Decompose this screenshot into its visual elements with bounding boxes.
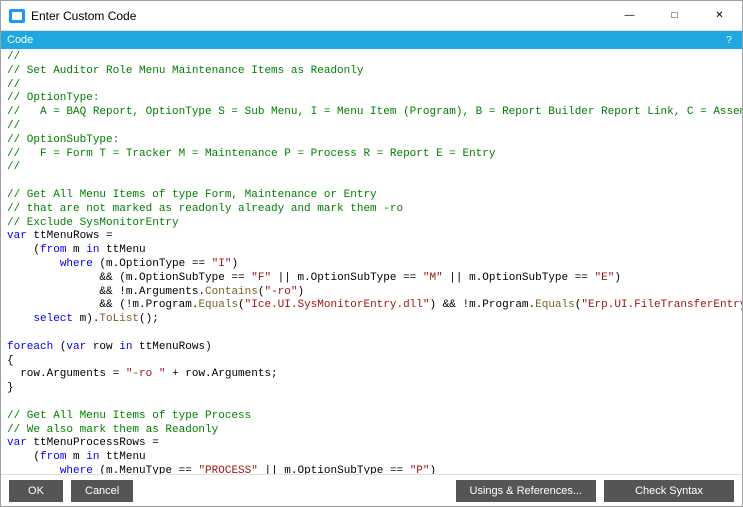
- code-token-plain: ): [297, 286, 304, 298]
- code-token-plain: ttMenuRows): [132, 341, 211, 353]
- check-syntax-button[interactable]: Check Syntax: [604, 480, 734, 502]
- minimize-button[interactable]: ―: [607, 1, 652, 31]
- code-token-keyword: in: [86, 244, 99, 256]
- cancel-button[interactable]: Cancel: [71, 480, 133, 502]
- code-token-string: "M": [423, 272, 443, 284]
- code-token-plain: ) && !m.Program.: [430, 299, 536, 311]
- code-token-plain: row: [86, 341, 119, 353]
- code-token-plain: && (!m.Program.: [7, 299, 198, 311]
- code-token-keyword: var: [7, 437, 27, 449]
- code-token-plain: m: [66, 244, 86, 256]
- code-token-plain: (m.MenuType ==: [93, 465, 199, 474]
- code-token-plain: ttMenuProcessRows =: [27, 437, 159, 449]
- code-token-string: "E": [595, 272, 615, 284]
- code-token-comment: // Set Auditor Role Menu Maintenance Ite…: [7, 65, 363, 77]
- code-token-comment: // OptionSubType:: [7, 134, 119, 146]
- code-token-keyword: in: [119, 341, 132, 353]
- code-token-keyword: foreach: [7, 341, 53, 353]
- code-token-plain: || m.OptionSubType ==: [271, 272, 423, 284]
- code-token-plain: (m.OptionType ==: [93, 258, 212, 270]
- code-token-plain: (: [238, 299, 245, 311]
- code-token-plain: + row.Arguments;: [165, 368, 277, 380]
- code-token-comment: // that are not marked as readonly alrea…: [7, 203, 403, 215]
- window-title: Enter Custom Code: [31, 9, 136, 23]
- code-token-comment: //: [7, 51, 20, 63]
- code-token-plain: || m.OptionSubType ==: [443, 272, 595, 284]
- custom-code-window: Enter Custom Code ― □ ✕ Code ? // // Set…: [0, 0, 743, 507]
- code-token-plain: || m.OptionSubType ==: [258, 465, 410, 474]
- help-icon[interactable]: ?: [722, 33, 736, 47]
- code-token-plain: ttMenu: [99, 244, 145, 256]
- code-token-comment: //: [7, 79, 20, 91]
- ok-button[interactable]: OK: [9, 480, 63, 502]
- code-token-plain: ttMenu: [99, 451, 145, 463]
- maximize-button[interactable]: □: [652, 1, 697, 31]
- titlebar: Enter Custom Code ― □ ✕: [1, 1, 742, 31]
- code-token-comment: // Get All Menu Items of type Process: [7, 410, 251, 422]
- code-token-comment: // F = Form T = Tracker M = Maintenance …: [7, 148, 495, 160]
- code-token-comment: // OptionType:: [7, 92, 99, 104]
- code-token-plain: ();: [139, 313, 159, 325]
- code-token-plain: (: [53, 341, 66, 353]
- code-token-keyword: from: [40, 244, 66, 256]
- code-token-comment: //: [7, 120, 20, 132]
- code-token-string: "PROCESS": [198, 465, 257, 474]
- code-token-keyword: where: [60, 465, 93, 474]
- code-token-plain: [7, 313, 33, 325]
- code-token-plain: row.Arguments =: [7, 368, 126, 380]
- code-token-keyword: where: [60, 258, 93, 270]
- code-token-method: Equals: [198, 299, 238, 311]
- code-token-plain: ): [614, 272, 621, 284]
- code-token-plain: (: [7, 451, 40, 463]
- code-token-plain: ): [231, 258, 238, 270]
- code-token-plain: [7, 465, 60, 474]
- code-token-string: "-ro": [264, 286, 297, 298]
- code-token-plain: [7, 258, 60, 270]
- code-token-keyword: from: [40, 451, 66, 463]
- close-button[interactable]: ✕: [697, 1, 742, 31]
- code-token-plain: m: [66, 451, 86, 463]
- code-token-plain: && !m.Arguments.: [7, 286, 205, 298]
- code-token-comment: // A = BAQ Report, OptionType S = Sub Me…: [7, 106, 742, 118]
- app-icon: [9, 9, 25, 23]
- code-token-method: Equals: [535, 299, 575, 311]
- code-token-method: Contains: [205, 286, 258, 298]
- code-token-comment: // Get All Menu Items of type Form, Main…: [7, 189, 377, 201]
- code-token-string: "Ice.UI.SysMonitorEntry.dll": [245, 299, 430, 311]
- code-token-plain: ttMenuRows =: [27, 230, 113, 242]
- code-section-header: Code ?: [1, 31, 742, 49]
- code-token-method: ToList: [99, 313, 139, 325]
- code-token-keyword: select: [33, 313, 73, 325]
- code-token-plain: && (m.OptionSubType ==: [7, 272, 251, 284]
- code-token-comment: // We also mark them as Readonly: [7, 424, 218, 436]
- code-token-comment: //: [7, 161, 20, 173]
- code-token-plain: (: [7, 244, 40, 256]
- code-token-plain: {: [7, 355, 14, 367]
- code-token-string: "I": [212, 258, 232, 270]
- code-token-keyword: var: [7, 230, 27, 242]
- code-token-plain: m).: [73, 313, 99, 325]
- usings-references-button[interactable]: Usings & References...: [456, 480, 597, 502]
- code-section-label: Code: [7, 34, 33, 46]
- code-token-string: "Erp.UI.FileTransferEntry.dll": [581, 299, 742, 311]
- code-token-plain: }: [7, 382, 14, 394]
- code-token-string: "-ro ": [126, 368, 166, 380]
- code-token-comment: // Exclude SysMonitorEntry: [7, 217, 179, 229]
- code-token-keyword: in: [86, 451, 99, 463]
- code-editor[interactable]: // // Set Auditor Role Menu Maintenance …: [1, 49, 742, 474]
- code-token-keyword: var: [66, 341, 86, 353]
- code-token-string: "F": [251, 272, 271, 284]
- code-token-string: "P": [410, 465, 430, 474]
- button-bar: OK Cancel Usings & References... Check S…: [1, 474, 742, 506]
- code-token-plain: ): [430, 465, 437, 474]
